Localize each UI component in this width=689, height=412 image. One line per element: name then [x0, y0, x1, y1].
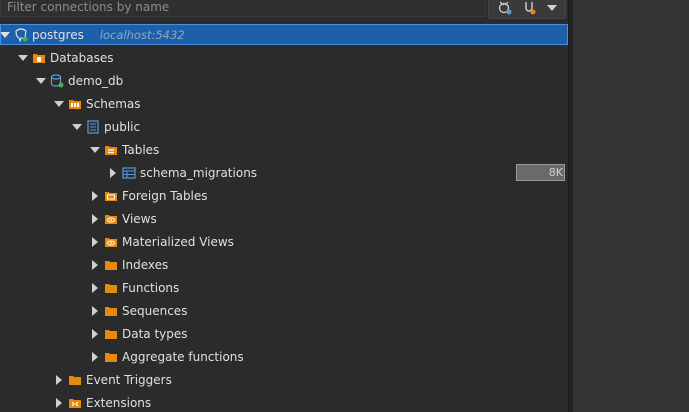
table-icon	[122, 166, 136, 180]
chevron-down-icon[interactable]	[36, 76, 46, 86]
database-name: demo_db	[68, 73, 124, 88]
foreign-tables-label: Foreign Tables	[122, 188, 208, 203]
toolbar-menu-button[interactable]	[542, 0, 562, 19]
materialized-views-folder-icon	[104, 235, 118, 249]
tree-node-event-triggers[interactable]: Event Triggers	[0, 369, 568, 390]
chevron-down-icon[interactable]	[72, 122, 82, 132]
tree-node-materialized-views[interactable]: Materialized Views	[0, 231, 568, 252]
tree-node-indexes[interactable]: Indexes	[0, 254, 568, 275]
views-folder-icon	[104, 212, 118, 226]
chevron-down-icon[interactable]	[0, 30, 10, 40]
databases-label: Databases	[50, 50, 114, 65]
tree-node-aggregate-functions[interactable]: Aggregate functions	[0, 346, 568, 367]
chevron-right-icon[interactable]	[90, 213, 100, 224]
connection-host: localhost:5432	[99, 27, 185, 42]
table-size-badge: 8K	[516, 164, 565, 181]
tables-folder-icon	[104, 143, 118, 157]
tree-node-databases[interactable]: Databases	[0, 47, 568, 68]
tree-node-schema[interactable]: public	[0, 116, 568, 137]
sequences-label: Sequences	[122, 303, 188, 318]
folder-icon	[104, 327, 118, 341]
folder-icon	[104, 281, 118, 295]
tree-node-foreign-tables[interactable]: Foreign Tables	[0, 185, 568, 206]
chevron-right-icon[interactable]	[90, 351, 100, 362]
tree-node-schemas[interactable]: Schemas	[0, 93, 568, 114]
schema-name: public	[104, 119, 141, 134]
indexes-label: Indexes	[122, 257, 169, 272]
dropdown-icon	[547, 5, 557, 11]
chevron-down-icon[interactable]	[18, 53, 28, 63]
folder-icon	[68, 373, 82, 387]
views-label: Views	[122, 211, 157, 226]
chevron-right-icon[interactable]	[54, 374, 64, 385]
extensions-label: Extensions	[86, 395, 152, 410]
chevron-down-icon[interactable]	[54, 99, 64, 109]
database-icon	[50, 73, 64, 88]
aggregate-functions-label: Aggregate functions	[122, 349, 244, 364]
chevron-right-icon[interactable]	[90, 282, 100, 293]
schemas-folder-icon	[68, 97, 82, 111]
materialized-views-label: Materialized Views	[122, 234, 234, 249]
tree-node-views[interactable]: Views	[0, 208, 568, 229]
chevron-right-icon[interactable]	[90, 305, 100, 316]
tree-node-functions[interactable]: Functions	[0, 277, 568, 298]
chevron-down-icon[interactable]	[90, 145, 100, 155]
functions-label: Functions	[122, 280, 180, 295]
data-types-label: Data types	[122, 326, 188, 341]
chevron-right-icon[interactable]	[90, 190, 100, 201]
connect-icon	[498, 1, 512, 15]
schemas-label: Schemas	[86, 96, 141, 111]
editor-area	[574, 0, 689, 412]
chevron-right-icon[interactable]	[90, 259, 100, 270]
filter-connections-input[interactable]	[0, 0, 486, 17]
folder-icon	[104, 304, 118, 318]
folder-icon	[104, 258, 118, 272]
database-navigator: postgres localhost:5432 Databases demo_d…	[0, 0, 568, 412]
foreign-tables-folder-icon	[104, 189, 118, 203]
disconnect-button[interactable]	[518, 0, 540, 19]
disconnect-icon	[525, 2, 536, 15]
event-triggers-label: Event Triggers	[86, 372, 172, 387]
tree-node-data-types[interactable]: Data types	[0, 323, 568, 344]
connection-name: postgres	[32, 27, 84, 42]
tree-node-extensions[interactable]: Extensions	[0, 392, 568, 412]
connect-button[interactable]	[494, 0, 516, 19]
tree-node-connection[interactable]: postgres localhost:5432	[0, 24, 568, 45]
table-name: schema_migrations	[140, 165, 258, 180]
tree-node-database[interactable]: demo_db	[0, 70, 568, 91]
folder-icon	[104, 350, 118, 364]
chevron-right-icon[interactable]	[90, 236, 100, 247]
schema-icon	[86, 119, 100, 134]
tree-node-table[interactable]: schema_migrations 8K	[0, 162, 568, 183]
databases-folder-icon	[32, 51, 46, 65]
tables-label: Tables	[122, 142, 160, 157]
chevron-right-icon[interactable]	[54, 397, 64, 408]
tree-node-sequences[interactable]: Sequences	[0, 300, 568, 321]
tree-node-tables[interactable]: Tables	[0, 139, 568, 160]
extensions-folder-icon	[68, 396, 82, 410]
chevron-right-icon[interactable]	[90, 328, 100, 339]
navigator-toolbar	[0, 0, 568, 20]
chevron-right-icon[interactable]	[108, 167, 118, 178]
postgres-elephant-icon	[14, 27, 28, 42]
